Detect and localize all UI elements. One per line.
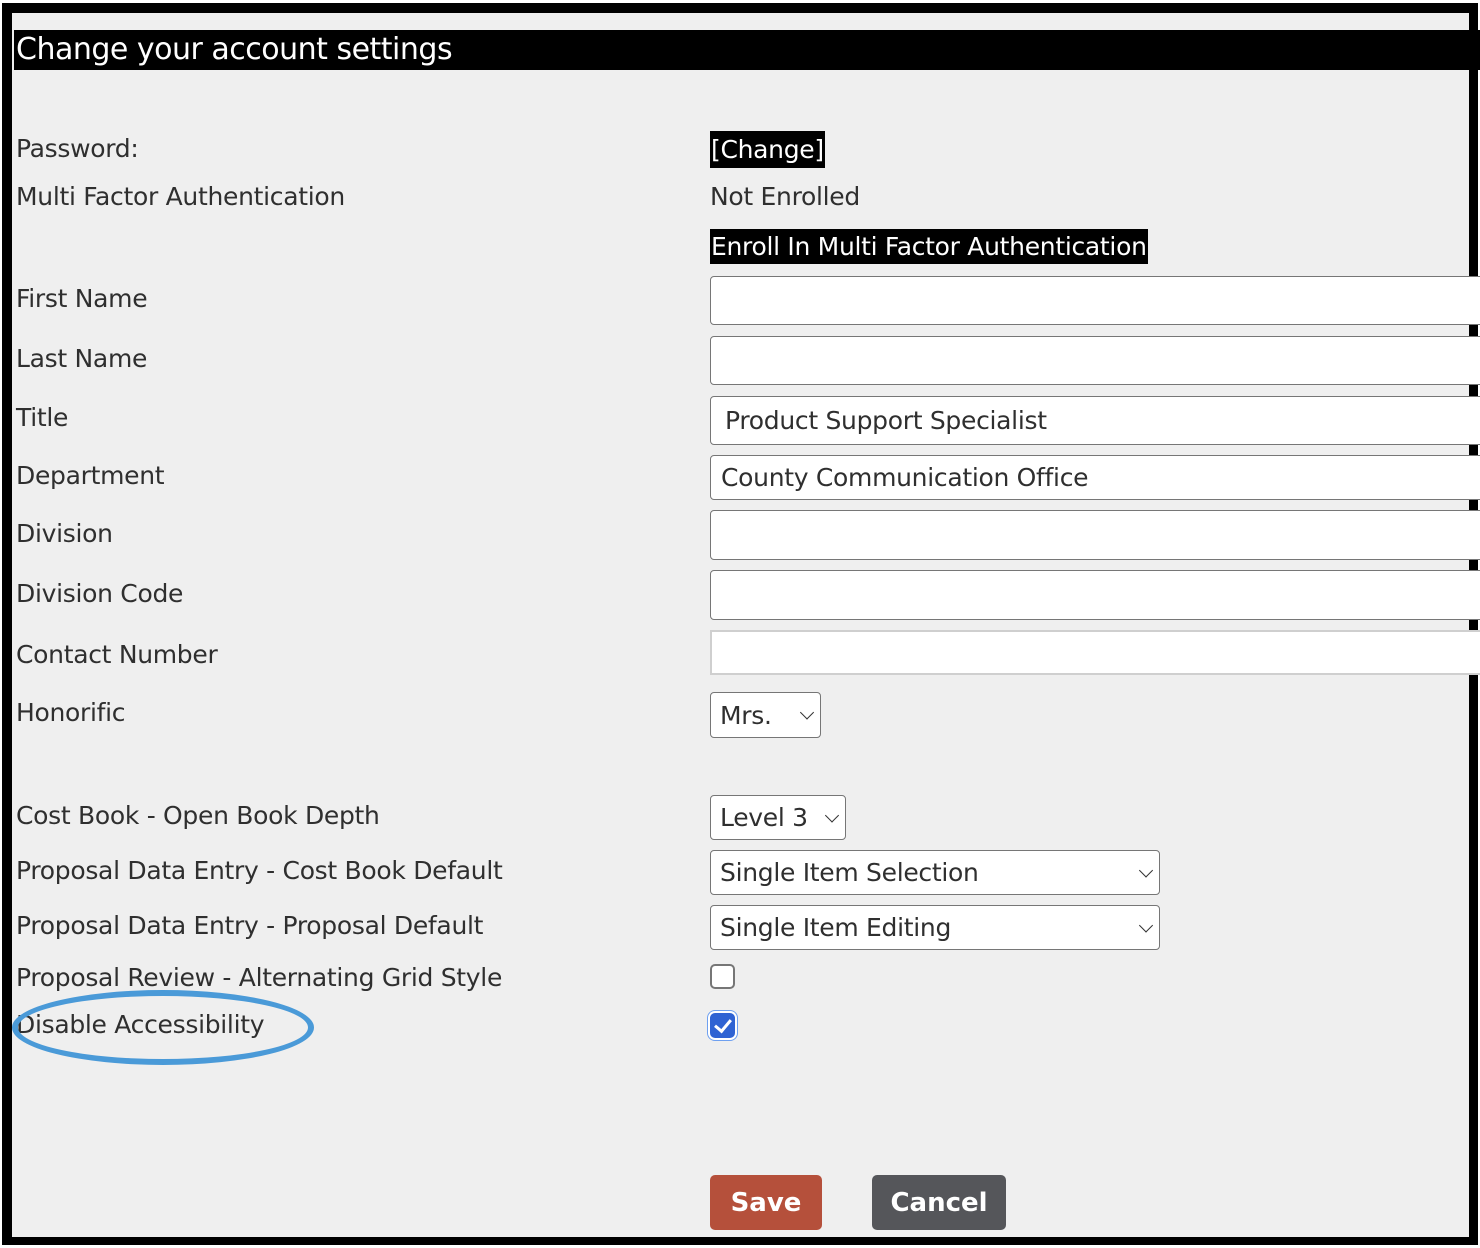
cost-book-default-label: Proposal Data Entry - Cost Book Default <box>16 856 503 885</box>
cost-book-depth-label: Cost Book - Open Book Depth <box>16 801 380 830</box>
division-code-input[interactable] <box>710 570 1480 620</box>
department-label: Department <box>16 461 165 490</box>
division-input[interactable] <box>710 510 1480 560</box>
change-password-link[interactable]: [Change] <box>710 131 825 168</box>
alternating-grid-label: Proposal Review - Alternating Grid Style <box>16 963 503 992</box>
cancel-button[interactable]: Cancel <box>872 1175 1006 1230</box>
cost-book-default-select[interactable]: Single Item Selection <box>710 850 1160 895</box>
disable-accessibility-checkbox[interactable] <box>710 1013 735 1038</box>
contact-number-label: Contact Number <box>16 640 218 669</box>
chevron-down-icon <box>799 705 815 720</box>
title-input[interactable] <box>710 396 1480 445</box>
first-name-input[interactable] <box>710 276 1480 325</box>
honorific-selected: Mrs. <box>720 700 772 730</box>
mfa-label: Multi Factor Authentication <box>16 182 345 211</box>
title-label: Title <box>16 403 69 432</box>
cost-book-depth-select[interactable]: Level 3 <box>710 795 846 840</box>
alternating-grid-checkbox[interactable] <box>710 964 735 989</box>
password-label: Password: <box>16 134 139 163</box>
page-title: Change your account settings <box>14 30 1480 70</box>
proposal-default-select[interactable]: Single Item Editing <box>710 905 1160 950</box>
enroll-mfa-link[interactable]: Enroll In Multi Factor Authentication <box>710 229 1148 264</box>
chevron-down-icon <box>1138 862 1154 878</box>
cost-book-depth-selected: Level 3 <box>720 803 808 832</box>
contact-number-input[interactable] <box>710 630 1480 675</box>
department-input[interactable] <box>710 455 1480 500</box>
first-name-label: First Name <box>16 284 148 313</box>
chevron-down-icon <box>1138 917 1154 933</box>
last-name-input[interactable] <box>710 336 1480 385</box>
division-label: Division <box>16 519 113 548</box>
proposal-default-label: Proposal Data Entry - Proposal Default <box>16 911 484 940</box>
cost-book-default-selected: Single Item Selection <box>720 858 979 887</box>
disable-accessibility-label: Disable Accessibility <box>16 1010 265 1039</box>
save-button[interactable]: Save <box>710 1175 822 1230</box>
division-code-label: Division Code <box>16 579 184 608</box>
proposal-default-selected: Single Item Editing <box>720 913 952 942</box>
mfa-status: Not Enrolled <box>710 182 860 211</box>
honorific-label: Honorific <box>16 698 126 727</box>
last-name-label: Last Name <box>16 344 148 373</box>
chevron-down-icon <box>824 807 840 823</box>
honorific-select[interactable]: Mrs. <box>710 692 821 738</box>
